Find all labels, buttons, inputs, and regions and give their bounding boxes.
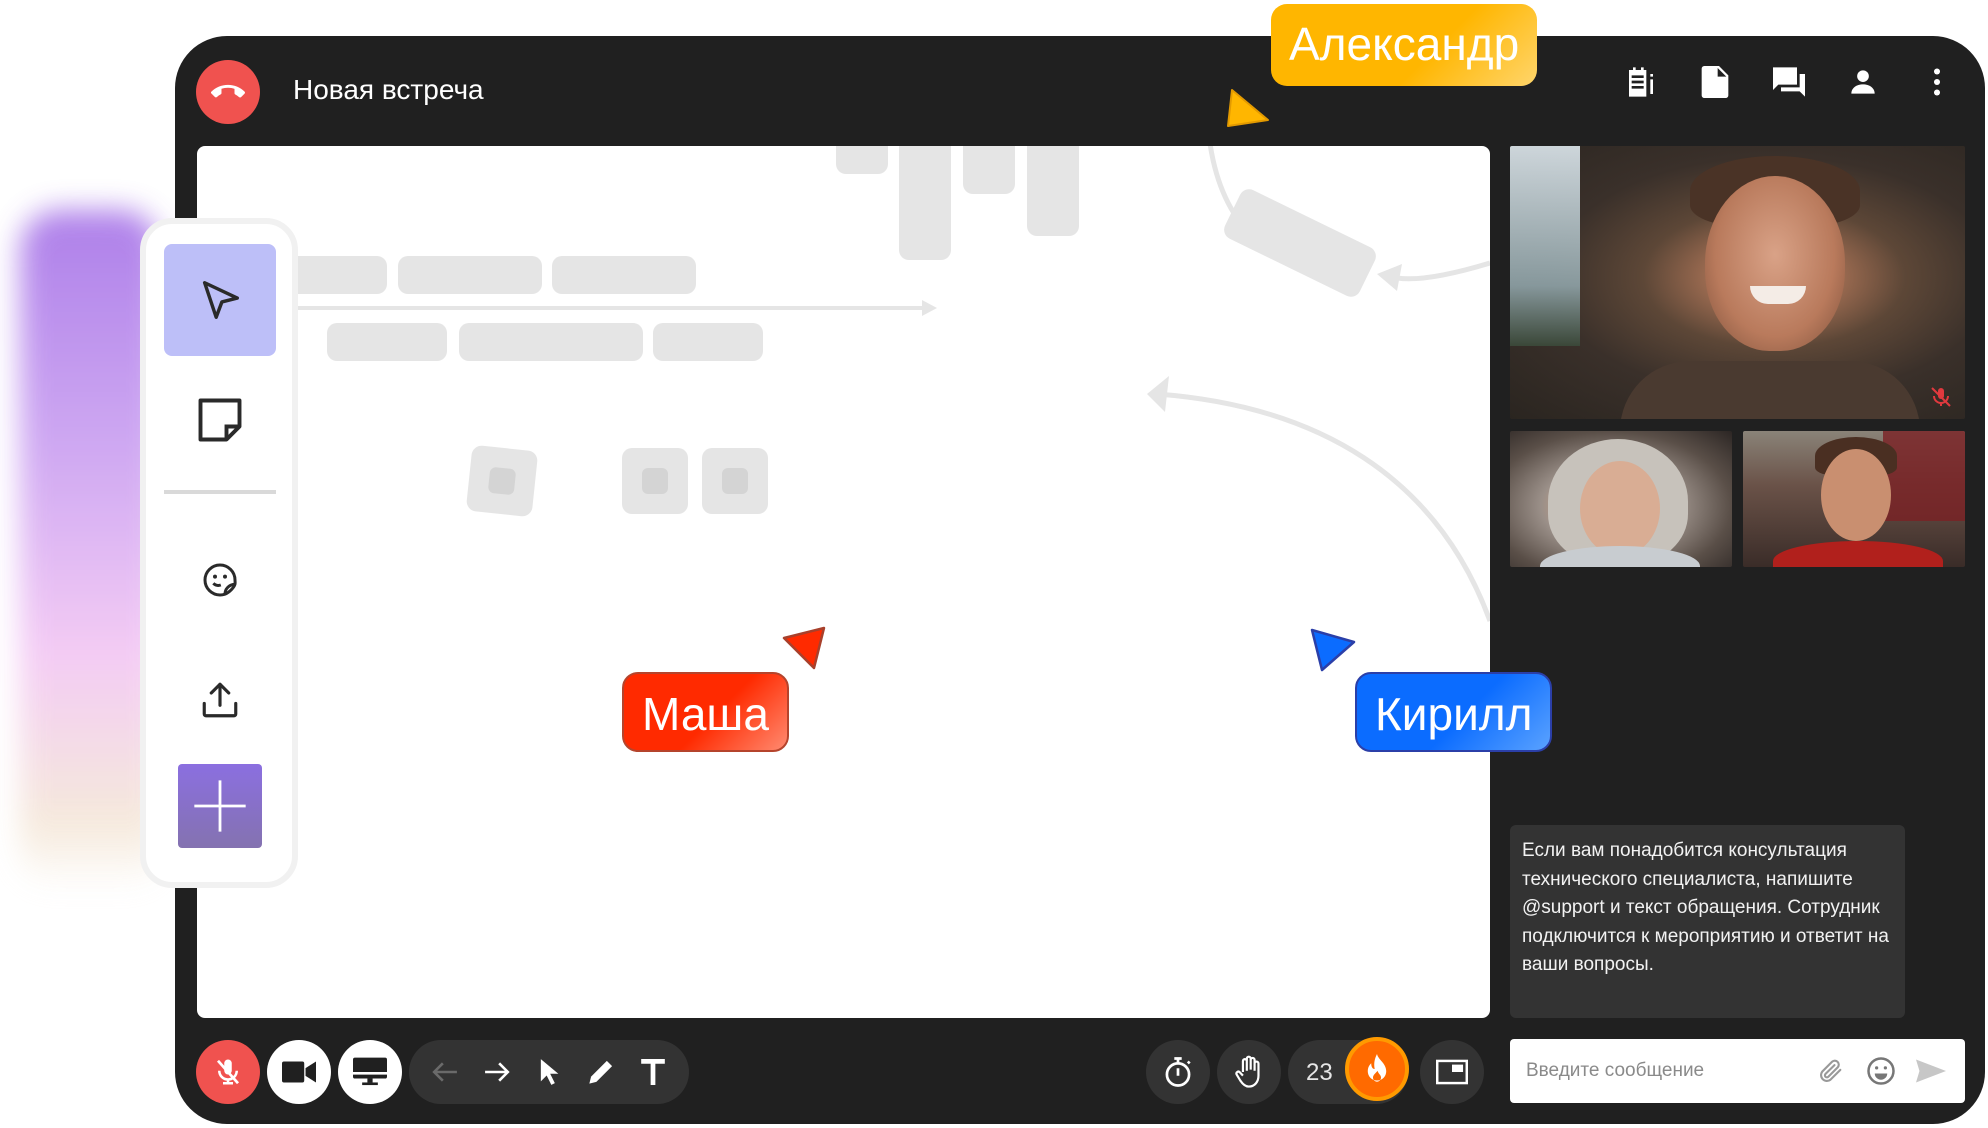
cursor-pointer-kirill [1310, 628, 1356, 672]
connector-curve [1207, 146, 1254, 238]
reactions-pill: 23 [1288, 1037, 1409, 1104]
text-icon [641, 1059, 665, 1085]
cursor-label-alexandr: Александр [1271, 4, 1538, 86]
add-tool-button[interactable] [178, 764, 262, 848]
connector-curve [1156, 391, 1490, 622]
meeting-title: Новая встреча [293, 74, 484, 105]
chat-message: Если вам понадобится консультация технич… [1510, 825, 1905, 1018]
attach-button[interactable] [1813, 1053, 1849, 1089]
board-connectors [287, 146, 1490, 622]
mic-toggle-button[interactable] [196, 1040, 260, 1104]
redo-button[interactable] [477, 1052, 517, 1092]
video-camera-icon [282, 1061, 316, 1083]
more-vertical-icon [1933, 68, 1941, 96]
arrow-head [1377, 264, 1402, 291]
pointer-icon [540, 1059, 559, 1085]
whiteboard-canvas[interactable] [197, 146, 1490, 1018]
camera-toggle-button[interactable] [267, 1040, 331, 1104]
timer-button[interactable] [1146, 1040, 1210, 1104]
arrow-head [1147, 376, 1169, 412]
cursor-label-masha: Маша [622, 672, 789, 752]
end-call-button[interactable] [196, 60, 260, 124]
connector-curve [1396, 260, 1490, 282]
decorative-glow [20, 210, 160, 890]
upload-icon [202, 682, 238, 718]
hand-icon [1235, 1055, 1260, 1088]
send-icon [1916, 1059, 1946, 1083]
message-input-bar [1510, 1039, 1965, 1103]
cursor-pointer-alexandr [1227, 89, 1269, 127]
upload-tool-button[interactable] [164, 644, 276, 756]
smiley-icon [1867, 1057, 1895, 1085]
video-tile[interactable] [1743, 431, 1965, 567]
person-icon [1851, 70, 1875, 94]
hang-up-icon [211, 84, 245, 98]
arrow-head [922, 300, 937, 316]
picture-in-picture-button[interactable] [1420, 1040, 1484, 1104]
chat-button[interactable] [1773, 66, 1805, 98]
mic-off-icon [216, 1059, 240, 1085]
toolbox-divider [164, 490, 276, 494]
cursor-pointer-masha [782, 626, 826, 670]
redo-icon [485, 1062, 510, 1082]
cursor-arrow-icon [202, 281, 239, 319]
reaction-count: 23 [1306, 1059, 1333, 1086]
stage: Новая встреча Если вам понадобится консу… [0, 0, 1988, 1128]
top-bar: Новая встреча [175, 36, 1985, 146]
emoji-button[interactable] [1863, 1053, 1899, 1089]
participants-button[interactable] [1847, 66, 1879, 98]
notes-button[interactable] [1625, 66, 1657, 98]
sticker-icon [203, 563, 237, 597]
top-actions [1625, 66, 1953, 98]
chat-icon [1773, 67, 1805, 97]
drawing-tools [409, 1040, 689, 1104]
paperclip-icon [1820, 1059, 1842, 1082]
stopwatch-icon [1165, 1057, 1191, 1087]
message-input[interactable] [1526, 1060, 1799, 1082]
video-tile[interactable] [1510, 431, 1732, 567]
fire-icon [1367, 1054, 1387, 1082]
pencil-button[interactable] [581, 1052, 621, 1092]
notes-icon [1629, 67, 1653, 97]
sticker-tool-button[interactable] [164, 524, 276, 636]
pencil-icon [589, 1060, 613, 1084]
mic-off-icon [1931, 387, 1951, 407]
monitor-icon [353, 1057, 387, 1086]
sticky-note-icon [198, 398, 242, 442]
text-button[interactable] [633, 1052, 673, 1092]
select-tool-button[interactable] [164, 244, 276, 356]
undo-icon [432, 1062, 457, 1082]
document-icon [1701, 66, 1729, 98]
plus-icon [194, 780, 246, 832]
sticky-note-tool-button[interactable] [164, 364, 276, 476]
raise-hand-button[interactable] [1217, 1040, 1281, 1104]
video-tile-main[interactable] [1510, 146, 1965, 419]
fire-reaction-button[interactable] [1345, 1037, 1409, 1101]
board-toolbox [140, 218, 298, 888]
undo-button[interactable] [425, 1052, 465, 1092]
document-button[interactable] [1699, 66, 1731, 98]
send-button[interactable] [1913, 1053, 1949, 1089]
pointer-button[interactable] [529, 1052, 569, 1092]
cursor-label-kirill: Кирилл [1355, 672, 1553, 752]
meeting-window: Новая встреча Если вам понадобится консу… [175, 36, 1985, 1124]
screen-share-button[interactable] [338, 1040, 402, 1104]
more-button[interactable] [1921, 66, 1953, 98]
picture-in-picture-icon [1436, 1059, 1468, 1085]
